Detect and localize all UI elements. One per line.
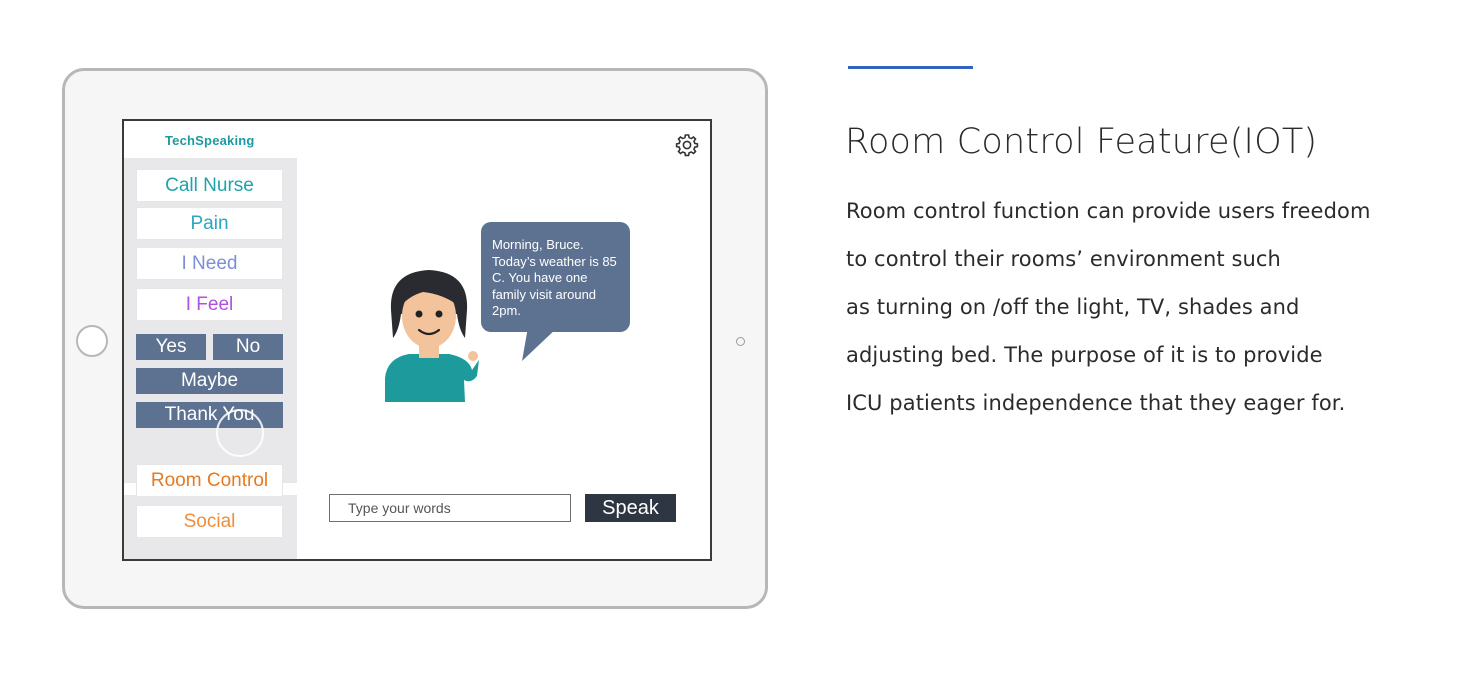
- speech-bubble-tail: [522, 327, 558, 361]
- i-need-button[interactable]: I Need: [136, 247, 283, 280]
- gear-icon[interactable]: [674, 132, 700, 158]
- yes-button[interactable]: Yes: [136, 334, 206, 360]
- assistant-speech-bubble: Morning, Bruce. Today’s weather is 85 C.…: [481, 222, 630, 332]
- home-button[interactable]: [76, 325, 108, 357]
- assistant-message: Morning, Bruce. Today’s weather is 85 C.…: [492, 237, 617, 318]
- assistant-avatar: [385, 270, 479, 402]
- description-line: to control their rooms’ environment such: [846, 247, 1281, 271]
- feature-title: Room Control Feature(IOT): [845, 122, 1318, 162]
- app-brand: TechSpeaking: [165, 133, 255, 148]
- no-button[interactable]: No: [213, 334, 283, 360]
- description-line: ICU patients independence that they eage…: [846, 391, 1346, 415]
- call-nurse-button[interactable]: Call Nurse: [136, 169, 283, 202]
- sidebar: Call Nurse Pain I Need I Feel Yes No May…: [124, 158, 297, 559]
- description-line: adjusting bed. The purpose of it is to p…: [846, 343, 1323, 367]
- type-words-input[interactable]: [329, 494, 571, 522]
- app-screen: TechSpeaking Call Nurse Pain I Need I Fe…: [122, 119, 712, 561]
- touch-indicator: [216, 409, 264, 457]
- room-control-button[interactable]: Room Control: [136, 464, 283, 497]
- maybe-button[interactable]: Maybe: [136, 368, 283, 394]
- speak-button[interactable]: Speak: [585, 494, 676, 522]
- i-feel-button[interactable]: I Feel: [136, 288, 283, 321]
- pain-button[interactable]: Pain: [136, 207, 283, 240]
- social-button[interactable]: Social: [136, 505, 283, 538]
- camera-icon: [736, 337, 745, 346]
- description-line: as turning on /off the light, TV, shades…: [846, 295, 1300, 319]
- description-line: Room control function can provide users …: [846, 199, 1371, 223]
- accent-line: [848, 66, 973, 69]
- tablet-frame: TechSpeaking Call Nurse Pain I Need I Fe…: [62, 68, 768, 609]
